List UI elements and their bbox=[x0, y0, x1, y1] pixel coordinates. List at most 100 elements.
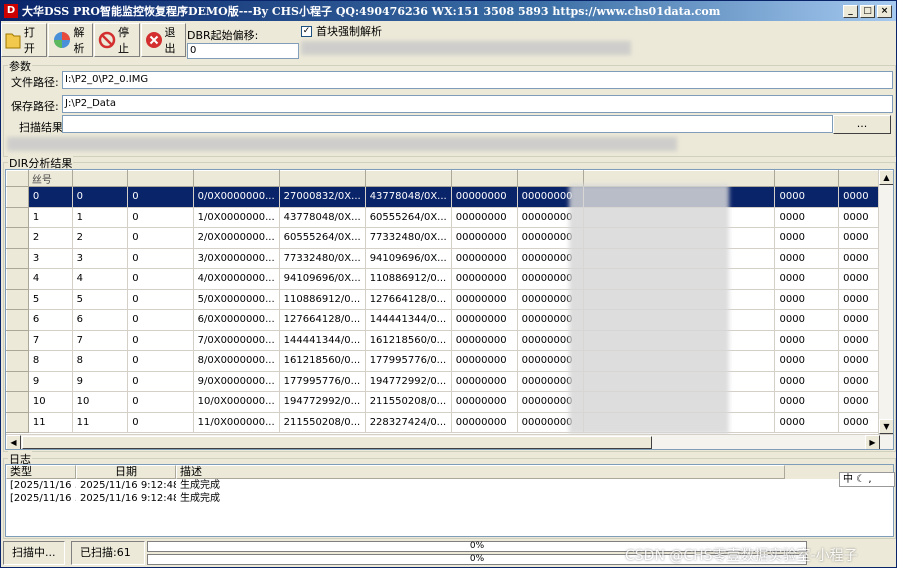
table-cell[interactable]: 127664128/0... bbox=[279, 309, 366, 331]
log-column-desc[interactable]: 描述 bbox=[176, 465, 785, 479]
table-cell[interactable]: 228327424/0... bbox=[365, 412, 452, 433]
table-cell[interactable]: 144441344/0... bbox=[365, 309, 452, 331]
table-cell[interactable]: 11 bbox=[72, 412, 129, 433]
table-cell[interactable]: 0000 bbox=[774, 207, 840, 228]
table-cell[interactable]: 77332480/0X... bbox=[365, 227, 452, 249]
table-row[interactable]: 6 6 0 6/0X0000000... 127664128/0... 144441344… bbox=[6, 309, 893, 331]
row-header[interactable] bbox=[6, 411, 29, 433]
table-row[interactable]: 5 5 0 5/0X0000000... 110886912/0... 127664128… bbox=[6, 288, 893, 310]
table-cell[interactable]: 3 bbox=[28, 248, 73, 269]
column-header[interactable] bbox=[192, 170, 280, 187]
table-cell[interactable]: 0 bbox=[127, 207, 194, 228]
parse-button[interactable]: 解析 bbox=[47, 23, 93, 57]
table-cell[interactable]: 211550208/0... bbox=[279, 412, 366, 433]
table-cell[interactable]: 43778048/0X... bbox=[279, 207, 366, 228]
table-cell[interactable]: 00000000 bbox=[451, 227, 518, 249]
row-header[interactable] bbox=[6, 186, 29, 208]
table-row[interactable]: 9 9 0 9/0X0000000... 177995776/0... 194772992… bbox=[6, 370, 893, 392]
table-cell[interactable]: 0 bbox=[127, 309, 194, 331]
table-cell[interactable]: 1 bbox=[72, 207, 129, 228]
table-cell[interactable]: 0 bbox=[72, 186, 129, 208]
grid-vertical-scrollbar[interactable]: ▲ ▼ bbox=[878, 170, 893, 434]
table-cell[interactable]: 211550208/0... bbox=[365, 391, 452, 413]
table-cell[interactable]: 0 bbox=[127, 248, 194, 269]
table-cell[interactable]: 5 bbox=[72, 289, 129, 310]
table-cell[interactable]: 0 bbox=[127, 371, 194, 392]
close-button[interactable]: × bbox=[877, 4, 892, 18]
table-cell[interactable]: 4/0X0000000... bbox=[193, 268, 280, 290]
exit-button[interactable]: 退出 bbox=[140, 23, 186, 57]
dbr-offset-input[interactable]: 0 bbox=[187, 43, 299, 59]
table-cell[interactable]: 127664128/0... bbox=[365, 289, 452, 310]
column-header[interactable] bbox=[364, 170, 452, 187]
table-cell[interactable]: 3/0X0000000... bbox=[193, 248, 280, 269]
table-cell[interactable]: 4 bbox=[28, 268, 73, 290]
table-cell[interactable]: 00000000 bbox=[451, 391, 518, 413]
ime-indicator[interactable]: 中 ☾ , bbox=[839, 472, 895, 487]
table-cell[interactable]: 3 bbox=[72, 248, 129, 269]
table-cell[interactable]: 0000 bbox=[774, 371, 840, 392]
column-header[interactable] bbox=[774, 170, 840, 187]
maximize-button[interactable]: □ bbox=[860, 4, 875, 18]
table-cell[interactable]: 2 bbox=[72, 227, 129, 249]
column-header[interactable] bbox=[278, 170, 366, 187]
table-cell[interactable]: 7/0X0000000... bbox=[193, 330, 280, 351]
table-row[interactable]: 1 1 0 1/0X0000000... 43778048/0X... 60555264/… bbox=[6, 206, 893, 228]
table-cell[interactable]: 0000 bbox=[774, 412, 840, 433]
scroll-thumb[interactable] bbox=[22, 436, 652, 449]
table-cell[interactable]: 0 bbox=[127, 186, 194, 208]
table-cell[interactable]: 194772992/0... bbox=[365, 371, 452, 392]
table-cell[interactable]: 0000 bbox=[774, 391, 840, 413]
file-path-input[interactable]: I:\P2_0\P2_0.IMG bbox=[62, 71, 893, 89]
table-cell[interactable]: 0000 bbox=[774, 186, 840, 208]
table-cell[interactable]: 2 bbox=[28, 227, 73, 249]
table-cell[interactable]: 0 bbox=[127, 391, 194, 413]
scan-result-input[interactable] bbox=[62, 115, 833, 133]
log-list[interactable]: 类型 日期 描述 [2025/11/16 ... 2025/11/16 9:12… bbox=[5, 464, 894, 537]
table-cell[interactable]: 7 bbox=[72, 330, 129, 351]
table-cell[interactable]: 00000000 bbox=[451, 330, 518, 351]
scroll-up-icon[interactable]: ▲ bbox=[879, 170, 893, 185]
log-row[interactable]: [2025/11/16 ... 2025/11/16 9:12:48 生成完成 bbox=[6, 492, 893, 505]
table-row[interactable]: 2 2 0 2/0X0000000... 60555264/0X... 77332480/… bbox=[6, 227, 893, 249]
table-cell[interactable]: 0 bbox=[127, 268, 194, 290]
table-cell[interactable]: 00000000 bbox=[451, 309, 518, 331]
log-row[interactable]: [2025/11/16 ... 2025/11/16 9:12:48 生成完成 bbox=[6, 479, 893, 492]
table-cell[interactable]: 2/0X0000000... bbox=[193, 227, 280, 249]
table-row[interactable]: 0 0 0 0/0X0000000... 27000832/0X... 43778048/… bbox=[6, 186, 893, 208]
table-cell[interactable]: 0000 bbox=[774, 227, 840, 249]
table-cell[interactable]: 177995776/0... bbox=[365, 350, 452, 372]
table-cell[interactable]: 6/0X0000000... bbox=[193, 309, 280, 331]
table-row[interactable]: 4 4 0 4/0X0000000... 94109696/0X... 110886912… bbox=[6, 268, 893, 290]
table-cell[interactable]: 00000000 bbox=[451, 371, 518, 392]
table-cell[interactable]: 8 bbox=[28, 350, 73, 372]
table-cell[interactable]: 110886912/0... bbox=[279, 289, 366, 310]
table-cell[interactable]: 11 bbox=[28, 412, 73, 433]
grid-horizontal-scrollbar[interactable]: ◀ ▶ bbox=[6, 434, 893, 449]
table-cell[interactable]: 60555264/0X... bbox=[365, 207, 452, 228]
title-bar[interactable]: D 大华DSS PRO智能监控恢复程序DEMO版---By CHS小程子 QQ:… bbox=[1, 1, 896, 21]
table-cell[interactable]: 0000 bbox=[774, 350, 840, 372]
table-cell[interactable]: 0000 bbox=[774, 309, 840, 331]
row-header[interactable] bbox=[6, 227, 29, 249]
table-row[interactable]: 3 3 0 3/0X0000000... 77332480/0X... 94109696/… bbox=[6, 247, 893, 269]
row-header[interactable] bbox=[6, 268, 29, 290]
column-header[interactable] bbox=[127, 170, 194, 187]
table-cell[interactable]: 177995776/0... bbox=[279, 371, 366, 392]
scroll-left-icon[interactable]: ◀ bbox=[6, 435, 21, 449]
row-header[interactable] bbox=[6, 247, 29, 269]
row-header[interactable] bbox=[6, 370, 29, 392]
table-cell[interactable]: 4 bbox=[72, 268, 129, 290]
table-cell[interactable]: 161218560/0... bbox=[365, 330, 452, 351]
stop-button[interactable]: 停止 bbox=[94, 23, 140, 57]
row-header[interactable] bbox=[6, 350, 29, 372]
force-parse-checkbox[interactable]: ✓ 首块强制解析 bbox=[301, 23, 382, 39]
table-cell[interactable]: 0 bbox=[127, 227, 194, 249]
table-cell[interactable]: 0 bbox=[28, 186, 73, 208]
table-cell[interactable]: 10 bbox=[28, 391, 73, 413]
table-cell[interactable]: 6 bbox=[72, 309, 129, 331]
minimize-button[interactable]: _ bbox=[843, 4, 858, 18]
row-header[interactable] bbox=[6, 206, 29, 228]
scroll-right-icon[interactable]: ▶ bbox=[865, 435, 880, 449]
table-cell[interactable]: 8 bbox=[72, 350, 129, 372]
